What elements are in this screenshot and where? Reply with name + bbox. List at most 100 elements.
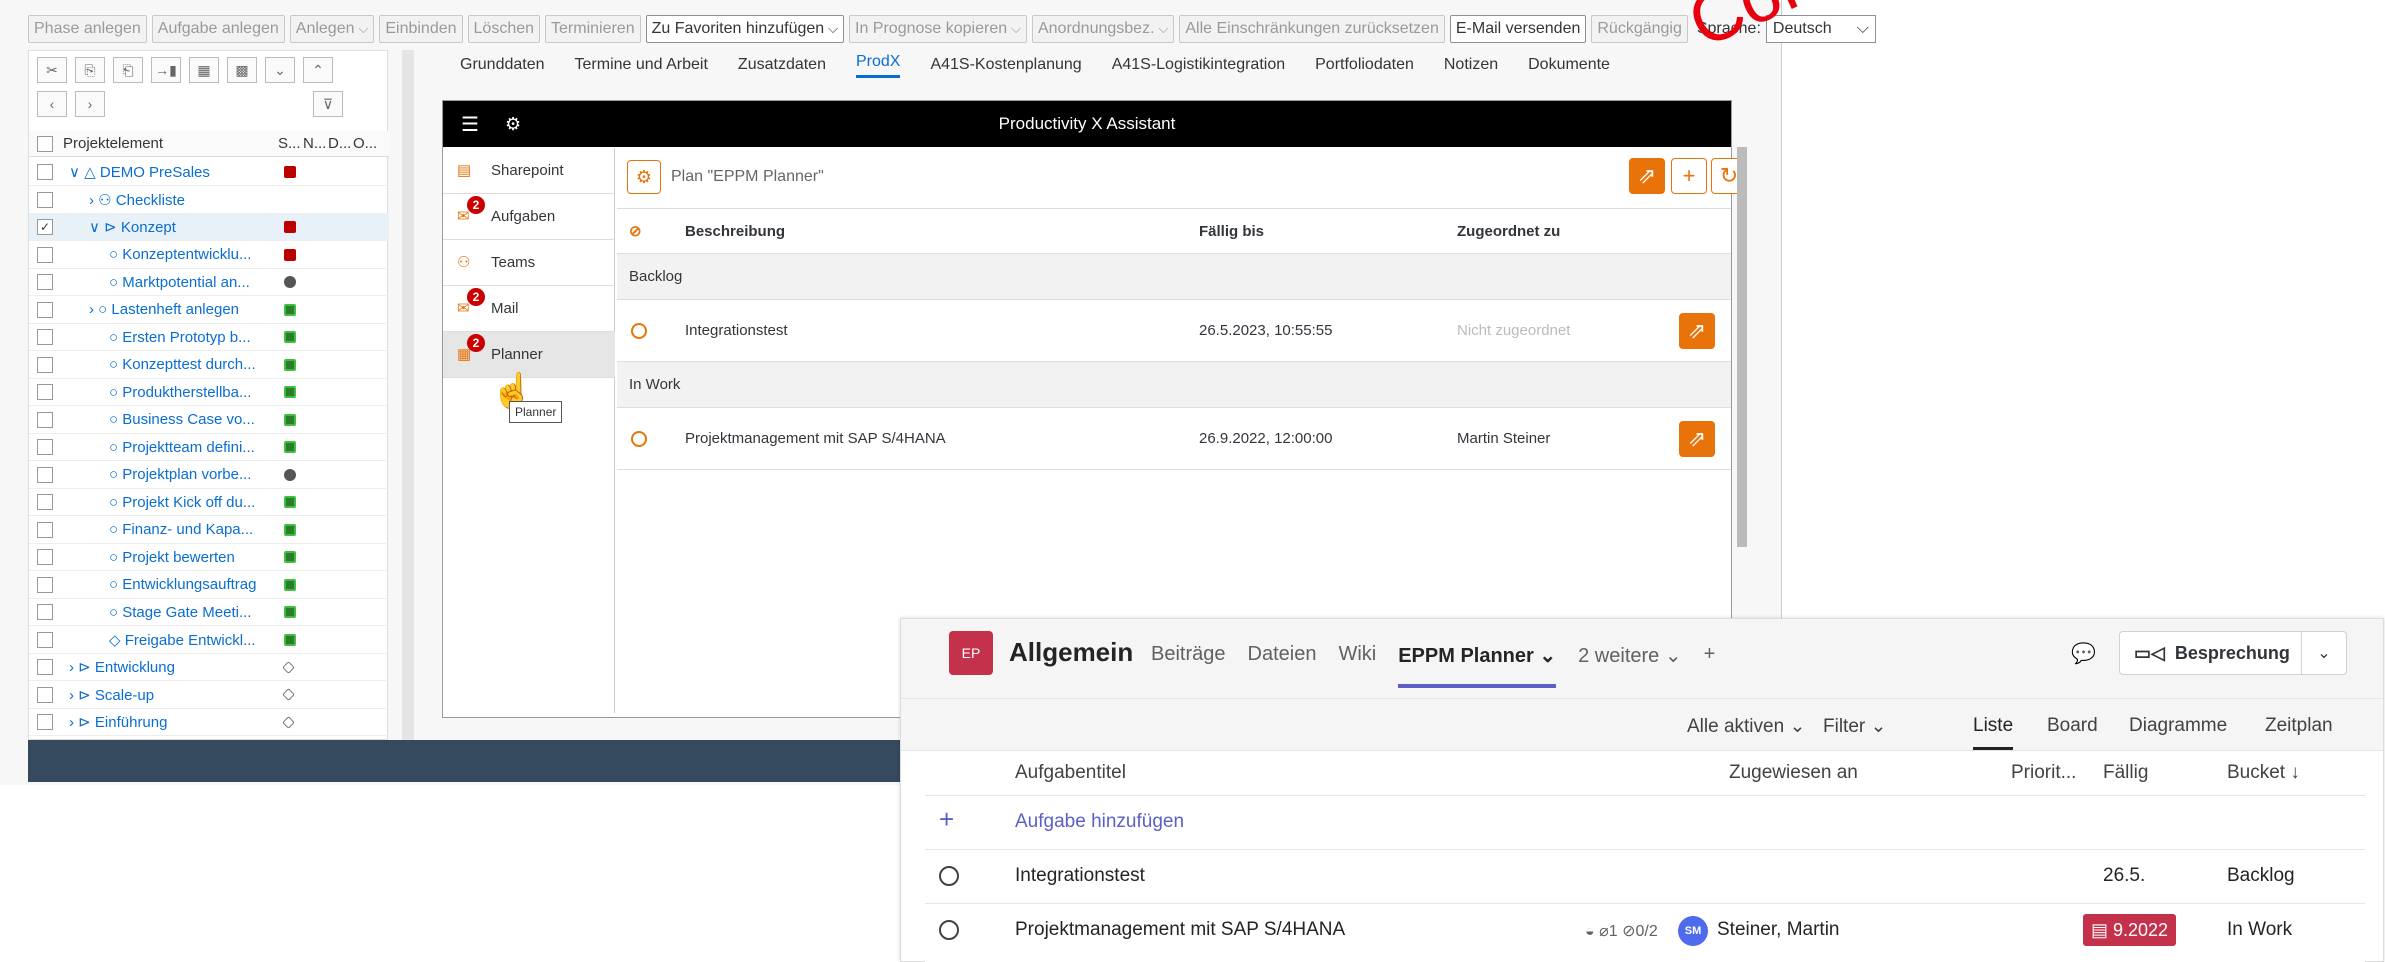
task-title[interactable]: Projektmanagement mit SAP S/4HANA bbox=[1015, 919, 1345, 941]
nav-item-aufgaben[interactable]: ✉ 2 Aufgaben bbox=[443, 194, 615, 240]
toolbar-button[interactable]: Alle Einschränkungen zurücksetzen bbox=[1179, 15, 1445, 43]
tree-row[interactable]: ○ Stage Gate Meeti... bbox=[29, 599, 389, 626]
pane-splitter[interactable] bbox=[402, 50, 414, 740]
teams-tab[interactable]: + bbox=[1704, 643, 1716, 688]
row-checkbox[interactable] bbox=[37, 659, 53, 675]
tree-row[interactable]: ○ Konzeptentwicklu... bbox=[29, 242, 389, 269]
filter-button[interactable]: Filter ⌄ bbox=[1823, 715, 1886, 738]
tree-row-label[interactable]: › ⊳ Scale-up bbox=[69, 686, 269, 704]
row-checkbox[interactable] bbox=[37, 191, 53, 208]
cut-icon[interactable]: ✂ bbox=[37, 57, 67, 83]
tree-row[interactable]: › ⊳ Entwicklung bbox=[29, 654, 389, 681]
tree-row[interactable]: › ⊳ Einführung bbox=[29, 709, 389, 736]
open-task-button[interactable]: ⇗ bbox=[1679, 421, 1715, 457]
col-zugewiesen[interactable]: Zugewiesen an bbox=[1729, 751, 1858, 795]
row-checkbox[interactable] bbox=[37, 246, 53, 263]
toolbar-button[interactable]: Anordnungsbez. ⌵ bbox=[1031, 15, 1175, 43]
grid-alt-icon[interactable]: ▩ bbox=[227, 57, 257, 83]
tab-a41s-kostenplanung[interactable]: A41S-Kostenplanung bbox=[930, 56, 1081, 74]
tree-row[interactable]: ○ Marktpotential an... bbox=[29, 269, 389, 296]
tree-row-label[interactable]: ○ Projektplan vorbe... bbox=[109, 466, 309, 483]
open-task-button[interactable]: ⇗ bbox=[1679, 313, 1715, 349]
row-checkbox[interactable] bbox=[37, 356, 53, 373]
teams-tab[interactable]: Wiki bbox=[1338, 643, 1376, 688]
tab-notizen[interactable]: Notizen bbox=[1444, 56, 1498, 74]
toolbar-button[interactable]: Anlegen ⌵ bbox=[289, 15, 375, 43]
panel-scrollbar[interactable] bbox=[1737, 147, 1747, 547]
tree-row[interactable]: ○ Produktherstellba... bbox=[29, 379, 389, 406]
task-row[interactable]: Projektmanagement mit SAP S/4HANA ◒ ⌀1 ⊘… bbox=[925, 903, 2365, 957]
tree-row-label[interactable]: ○ Business Case vo... bbox=[109, 411, 309, 428]
nav-item-mail[interactable]: ✉ 2 Mail bbox=[443, 286, 615, 332]
toolbar-button[interactable]: Einbinden bbox=[379, 15, 463, 43]
row-checkbox[interactable] bbox=[37, 604, 53, 620]
toolbar-button[interactable]: Rückgängig bbox=[1591, 15, 1688, 43]
tree-row-label[interactable]: ○ Projekt bewerten bbox=[109, 549, 309, 566]
teams-tab[interactable]: EPPM Planner ⌄ bbox=[1398, 643, 1557, 688]
col-faellig[interactable]: Fällig bbox=[2103, 751, 2148, 795]
tab-dokumente[interactable]: Dokumente bbox=[1528, 56, 1610, 74]
row-checkbox[interactable] bbox=[37, 549, 53, 565]
view-zeitplan[interactable]: Zeitplan bbox=[2265, 715, 2333, 737]
complete-circle-icon[interactable] bbox=[939, 866, 959, 886]
tree-row-label[interactable]: › ○ Lastenheft anlegen bbox=[89, 301, 289, 318]
grid-icon[interactable]: ▦ bbox=[189, 57, 219, 83]
row-checkbox[interactable] bbox=[37, 164, 53, 180]
task-row[interactable]: Integrationstest 26.5. Backlog bbox=[925, 849, 2365, 903]
tree-row[interactable]: ○ Projekt Kick off du... bbox=[29, 489, 389, 516]
col-bucket[interactable]: Bucket ↓ bbox=[2227, 751, 2300, 795]
task-row[interactable]: Integrationstest 26.5.2023, 10:55:55 Nicht… bbox=[617, 300, 1731, 362]
row-checkbox[interactable] bbox=[37, 384, 53, 400]
tree-row-label[interactable]: › ⚇ Checkliste bbox=[89, 191, 289, 209]
tree-row[interactable]: ○ Konzepttest durch... bbox=[29, 352, 389, 379]
col-aufgabentitel[interactable]: Aufgabentitel bbox=[1015, 751, 1126, 795]
view-diagramme[interactable]: Diagramme bbox=[2129, 715, 2227, 737]
toolbar-button[interactable]: Aufgabe anlegen bbox=[151, 15, 285, 43]
tree-row-label[interactable]: › ⊳ Einführung bbox=[69, 713, 269, 731]
copy-icon[interactable]: ⎘ bbox=[75, 57, 105, 83]
tree-row[interactable]: ○ Finanz- und Kapa... bbox=[29, 517, 389, 544]
toolbar-button[interactable]: Terminieren bbox=[545, 15, 641, 43]
tab-termine und arbeit[interactable]: Termine und Arbeit bbox=[575, 56, 708, 74]
tree-row-label[interactable]: ○ Projektteam defini... bbox=[109, 439, 309, 456]
complete-circle-icon[interactable] bbox=[939, 920, 959, 940]
status-circle-icon[interactable] bbox=[631, 430, 647, 447]
meeting-dropdown[interactable]: ⌄ bbox=[2301, 631, 2347, 675]
view-board[interactable]: Board bbox=[2047, 715, 2098, 737]
indent-icon[interactable]: →▮ bbox=[151, 57, 181, 83]
next-icon[interactable]: › bbox=[75, 91, 105, 117]
tree-row[interactable]: › ⊳ Scale-up bbox=[29, 682, 389, 709]
add-button[interactable]: + bbox=[1671, 158, 1707, 194]
tree-row-label[interactable]: ○ Finanz- und Kapa... bbox=[109, 521, 309, 538]
task-title[interactable]: Integrationstest bbox=[1015, 865, 1145, 887]
tree-row[interactable]: ○ Projektplan vorbe... bbox=[29, 462, 389, 489]
toolbar-button[interactable]: Zu Favoriten hinzufügen ⌵ bbox=[645, 15, 845, 43]
tree-row-label[interactable]: ○ Stage Gate Meeti... bbox=[109, 604, 309, 621]
nav-item-teams[interactable]: ⚇ Teams bbox=[443, 240, 615, 286]
row-checkbox[interactable] bbox=[37, 466, 53, 483]
status-circle-icon[interactable] bbox=[631, 322, 647, 339]
toolbar-button[interactable]: In Prognose kopieren ⌵ bbox=[849, 15, 1027, 43]
tree-row[interactable]: › ○ Lastenheft anlegen bbox=[29, 297, 389, 324]
tree-row[interactable]: ○ Ersten Prototyp b... bbox=[29, 324, 389, 351]
tree-row[interactable]: ✓ ∨ ⊳ Konzept bbox=[29, 214, 389, 241]
tree-row[interactable]: ○ Projektteam defini... bbox=[29, 434, 389, 461]
tree-row-label[interactable]: ○ Produktherstellba... bbox=[109, 384, 309, 401]
tree-row-label[interactable]: ○ Entwicklungsauftrag bbox=[109, 576, 309, 593]
tree-row[interactable]: › ⚇ Checkliste bbox=[29, 187, 389, 214]
nav-item-sharepoint[interactable]: ▤ Sharepoint bbox=[443, 148, 615, 194]
tree-row-label[interactable]: ○ Konzeptentwicklu... bbox=[109, 246, 309, 263]
conversation-icon[interactable]: 💬 bbox=[2071, 641, 2096, 666]
add-task-row[interactable]: + Aufgabe hinzufügen bbox=[925, 795, 2365, 849]
tab-prodx[interactable]: ProdX bbox=[855, 53, 901, 78]
filter-icon[interactable]: ⊽ bbox=[313, 91, 343, 117]
tree-row[interactable]: ∨ △ DEMO PreSales bbox=[29, 159, 389, 186]
row-checkbox[interactable] bbox=[37, 576, 53, 593]
teams-tab[interactable]: 2 weitere ⌄ bbox=[1578, 643, 1681, 688]
tree-row-label[interactable]: ○ Ersten Prototyp b... bbox=[109, 329, 309, 346]
tree-row[interactable]: ○ Entwicklungsauftrag bbox=[29, 572, 389, 599]
tab-grunddaten[interactable]: Grunddaten bbox=[460, 56, 545, 74]
view-liste[interactable]: Liste bbox=[1973, 715, 2014, 750]
prev-icon[interactable]: ‹ bbox=[37, 91, 67, 117]
collapse-all-icon[interactable]: ⌃ bbox=[303, 57, 333, 83]
